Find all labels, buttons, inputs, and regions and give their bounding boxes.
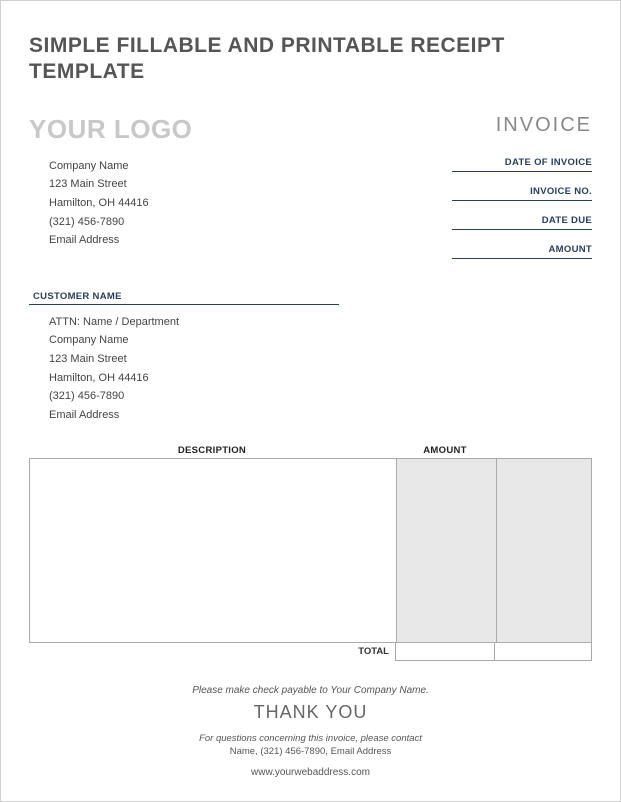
info-row: Company Name 123 Main Street Hamilton, O… bbox=[29, 157, 592, 273]
table-headers: DESCRIPTION AMOUNT bbox=[29, 445, 592, 456]
meta-label: DATE DUE bbox=[452, 215, 592, 226]
meta-line bbox=[452, 257, 592, 259]
customer-name-label: CUSTOMER NAME bbox=[33, 291, 592, 302]
customer-email: Email Address bbox=[49, 406, 592, 425]
column-extra bbox=[496, 459, 591, 642]
meta-label: AMOUNT bbox=[452, 244, 592, 255]
invoice-meta: DATE OF INVOICE INVOICE NO. DATE DUE AMO… bbox=[452, 157, 592, 273]
footer-web: www.yourwebaddress.com bbox=[29, 767, 592, 778]
logo-placeholder: YOUR LOGO bbox=[29, 114, 192, 145]
meta-date-of-invoice: DATE OF INVOICE bbox=[452, 157, 592, 172]
customer-divider bbox=[29, 304, 339, 305]
total-extra-cell bbox=[495, 643, 592, 661]
customer-attn: ATTN: Name / Department bbox=[49, 313, 592, 332]
meta-invoice-no: INVOICE NO. bbox=[452, 186, 592, 201]
header-amount: AMOUNT bbox=[395, 445, 495, 456]
company-email: Email Address bbox=[49, 231, 149, 250]
footer-contact: For questions concerning this invoice, p… bbox=[29, 733, 592, 744]
header-description: DESCRIPTION bbox=[29, 445, 395, 456]
meta-date-due: DATE DUE bbox=[452, 215, 592, 230]
company-street: 123 Main Street bbox=[49, 175, 149, 194]
header-row: YOUR LOGO INVOICE bbox=[29, 114, 592, 145]
footer-thanks: THANK YOU bbox=[29, 702, 592, 723]
customer-block: ATTN: Name / Department Company Name 123… bbox=[29, 313, 592, 425]
footer: Please make check payable to Your Compan… bbox=[29, 685, 592, 778]
column-amount bbox=[396, 459, 496, 642]
column-description bbox=[30, 459, 396, 642]
customer-company: Company Name bbox=[49, 331, 592, 350]
footer-payable: Please make check payable to Your Compan… bbox=[29, 685, 592, 696]
company-block: Company Name 123 Main Street Hamilton, O… bbox=[29, 157, 149, 250]
customer-street: 123 Main Street bbox=[49, 350, 592, 369]
template-title: SIMPLE FILLABLE AND PRINTABLE RECEIPT TE… bbox=[29, 33, 592, 86]
meta-line bbox=[452, 170, 592, 172]
company-city: Hamilton, OH 44416 bbox=[49, 194, 149, 213]
meta-amount: AMOUNT bbox=[452, 244, 592, 259]
customer-city: Hamilton, OH 44416 bbox=[49, 369, 592, 388]
meta-line bbox=[452, 228, 592, 230]
meta-label: INVOICE NO. bbox=[452, 186, 592, 197]
customer-phone: (321) 456-7890 bbox=[49, 387, 592, 406]
invoice-label: INVOICE bbox=[496, 114, 592, 137]
total-row: TOTAL bbox=[29, 643, 592, 661]
meta-label: DATE OF INVOICE bbox=[452, 157, 592, 168]
footer-contact-info: Name, (321) 456-7890, Email Address bbox=[29, 746, 592, 757]
meta-line bbox=[452, 199, 592, 201]
items-table bbox=[29, 458, 592, 643]
total-amount-cell bbox=[395, 643, 495, 661]
company-phone: (321) 456-7890 bbox=[49, 213, 149, 232]
company-name: Company Name bbox=[49, 157, 149, 176]
total-label: TOTAL bbox=[29, 643, 395, 661]
